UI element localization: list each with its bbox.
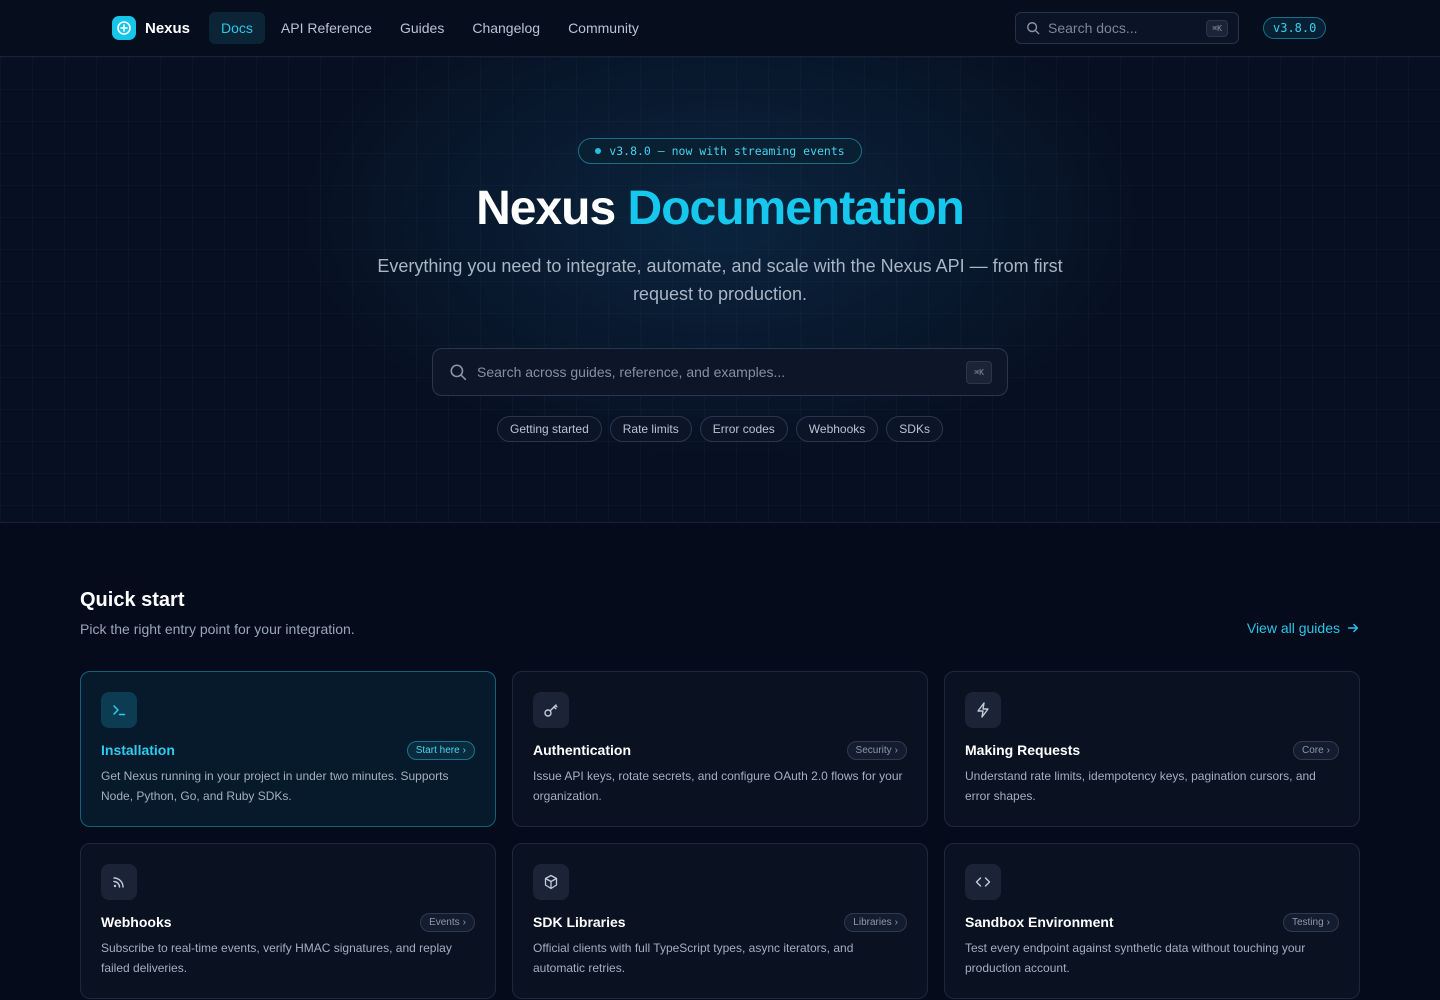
rss-icon	[101, 864, 137, 900]
hero-search-input[interactable]: Search across guides, reference, and exa…	[432, 348, 1008, 396]
section-subtitle: Pick the right entry point for your inte…	[80, 621, 355, 637]
card-tag-label: Events	[429, 917, 460, 928]
view-all-label: View all guides	[1246, 620, 1340, 636]
page-title: Nexus Documentation	[0, 181, 1440, 236]
chip-rate-limits[interactable]: Rate limits	[609, 416, 692, 442]
card-description: Get Nexus running in your project in und…	[101, 769, 449, 803]
hero-search-shortcut: ⌘K	[966, 360, 992, 384]
card-installation[interactable]: Installation Start here › Get Nexus runni…	[80, 671, 496, 827]
chip-webhooks[interactable]: Webhooks	[795, 416, 879, 442]
card-sdk-libraries[interactable]: SDK Libraries Libraries › Official client…	[512, 843, 928, 999]
card-title: Sandbox Environment	[965, 914, 1114, 930]
nav-link-guides[interactable]: Guides	[388, 12, 456, 44]
brand-name: Nexus	[145, 19, 191, 37]
card-tag: Core ›	[1292, 741, 1339, 760]
section-title: Quick start	[80, 589, 185, 611]
card-description: Official clients with full TypeScript ty…	[533, 941, 854, 975]
chevron-right-icon: ›	[462, 917, 466, 928]
chip-sdks[interactable]: SDKs	[886, 416, 943, 442]
card-title: Authentication	[533, 742, 631, 758]
title-accent: Documentation	[627, 182, 965, 235]
chip-error-codes[interactable]: Error codes	[699, 416, 788, 442]
bolt-icon	[965, 692, 1001, 728]
card-tag: Events ›	[420, 913, 475, 932]
nav-search-input[interactable]: Search docs... ⌘K	[1015, 12, 1239, 44]
release-pill-text: v3.8.0 — now with streaming events	[609, 144, 845, 158]
card-description: Issue API keys, rotate secrets, and conf…	[533, 769, 903, 803]
hero-search-placeholder: Search across guides, reference, and exa…	[477, 364, 786, 380]
package-icon	[533, 864, 569, 900]
card-tag-label: Security	[855, 745, 892, 756]
card-tag: Start here ›	[406, 741, 475, 760]
card-title: Making Requests	[965, 742, 1081, 758]
nav-link-community[interactable]: Community	[556, 12, 651, 44]
chevron-right-icon: ›	[894, 745, 898, 756]
card-tag-label: Libraries	[853, 917, 892, 928]
card-tag: Testing ›	[1282, 913, 1339, 932]
card-making-requests[interactable]: Making Requests Core › Understand rate li…	[944, 671, 1360, 827]
card-description: Understand rate limits, idempotency keys…	[965, 769, 1316, 803]
hero-subtitle: Everything you need to integrate, automa…	[377, 256, 1063, 304]
card-title: Webhooks	[101, 914, 172, 930]
nexus-logo-icon	[112, 16, 136, 40]
chip-getting-started[interactable]: Getting started	[497, 416, 602, 442]
nav-link-api-reference[interactable]: API Reference	[269, 12, 384, 44]
nav-links: Docs API Reference Guides Changelog Comm…	[209, 12, 651, 44]
hero: v3.8.0 — now with streaming events Nexus…	[0, 57, 1440, 523]
card-tag-label: Testing	[1291, 917, 1324, 928]
chevron-right-icon: ›	[894, 917, 898, 928]
arrow-right-icon	[1347, 623, 1359, 633]
nav-search-placeholder: Search docs...	[1048, 20, 1138, 36]
chevron-right-icon: ›	[1326, 745, 1330, 756]
terminal-icon	[101, 692, 137, 728]
status-dot	[595, 148, 602, 154]
card-description: Test every endpoint against synthetic da…	[965, 941, 1306, 975]
suggestion-chips: Getting started Rate limits Error codes …	[0, 416, 1440, 442]
card-tag: Security ›	[846, 741, 907, 760]
card-tag-label: Core	[1301, 745, 1324, 756]
code-icon	[965, 864, 1001, 900]
card-authentication[interactable]: Authentication Security › Issue API keys,…	[512, 671, 928, 827]
card-webhooks[interactable]: Webhooks Events › Subscribe to real-time …	[80, 843, 496, 999]
nav-link-docs[interactable]: Docs	[209, 12, 265, 44]
search-icon	[450, 364, 467, 381]
version-badge[interactable]: v3.8.0	[1263, 17, 1327, 39]
release-pill[interactable]: v3.8.0 — now with streaming events	[578, 138, 862, 164]
top-nav: Nexus Docs API Reference Guides Changelo…	[0, 0, 1440, 57]
card-description: Subscribe to real-time events, verify HM…	[101, 941, 452, 975]
view-all-guides-link[interactable]: View all guides	[1247, 620, 1360, 636]
card-sandbox-environment[interactable]: Sandbox Environment Testing › Test every …	[944, 843, 1360, 999]
nav-search-shortcut: ⌘K	[1206, 19, 1228, 37]
brand[interactable]: Nexus	[112, 16, 190, 40]
card-tag-label: Start here	[415, 745, 460, 756]
chevron-right-icon: ›	[462, 745, 466, 756]
search-icon	[1027, 22, 1040, 35]
card-title: Installation	[101, 742, 175, 758]
key-icon	[533, 692, 569, 728]
chevron-right-icon: ›	[1326, 917, 1330, 928]
card-tag: Libraries ›	[844, 913, 907, 932]
title-main: Nexus	[476, 182, 616, 235]
card-title: SDK Libraries	[533, 914, 626, 930]
nav-link-changelog[interactable]: Changelog	[460, 12, 552, 44]
